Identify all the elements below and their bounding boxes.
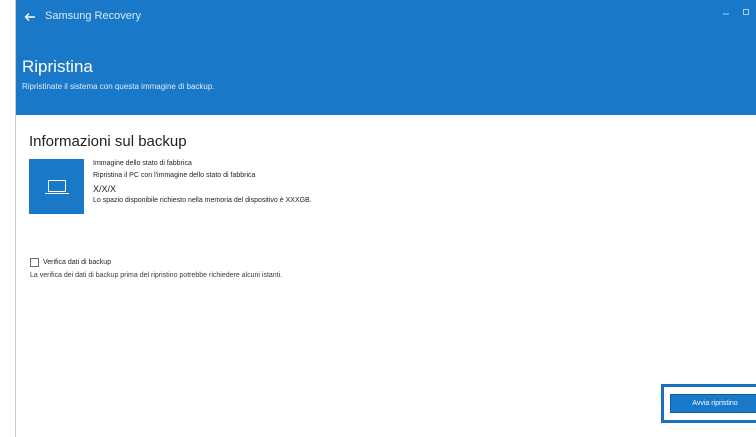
verify-backup-checkbox-row[interactable]: Verifica dati di backup [30, 258, 111, 267]
window-controls [721, 7, 751, 17]
section-title: Informazioni sul backup [29, 133, 187, 150]
back-button[interactable] [22, 9, 38, 25]
page-subtitle: Ripristinate il sistema con questa immag… [22, 82, 215, 91]
header-banner: Samsung Recovery Ripristina Ripristinate… [16, 0, 756, 115]
app-title: Samsung Recovery [45, 10, 141, 22]
backup-description: Ripristina il PC con l'immagine dello st… [93, 172, 256, 179]
start-restore-button[interactable]: Avvia ripristino [670, 394, 756, 413]
laptop-icon [44, 179, 69, 194]
backup-details: Immagine dello stato di fabbrica Riprist… [93, 160, 312, 209]
start-button-highlight: Avvia ripristino [661, 384, 756, 423]
backup-space-note: Lo spazio disponibile richiesto nella me… [93, 197, 312, 204]
maximize-button[interactable] [741, 7, 751, 17]
backup-version: X/X/X [93, 184, 117, 194]
backup-image-name: Immagine dello stato di fabbrica [93, 160, 192, 167]
minimize-icon [723, 13, 729, 15]
minimize-button[interactable] [721, 7, 731, 17]
verify-backup-description: La verifica dei dati di backup prima del… [30, 272, 283, 279]
page-title: Ripristina [22, 57, 93, 76]
app-window: Samsung Recovery Ripristina Ripristinate… [16, 0, 756, 437]
backup-image-tile [29, 159, 84, 214]
verify-backup-label: Verifica dati di backup [43, 259, 112, 266]
maximize-icon [743, 9, 749, 15]
verify-backup-checkbox[interactable] [30, 258, 39, 267]
arrow-left-icon [24, 13, 35, 21]
